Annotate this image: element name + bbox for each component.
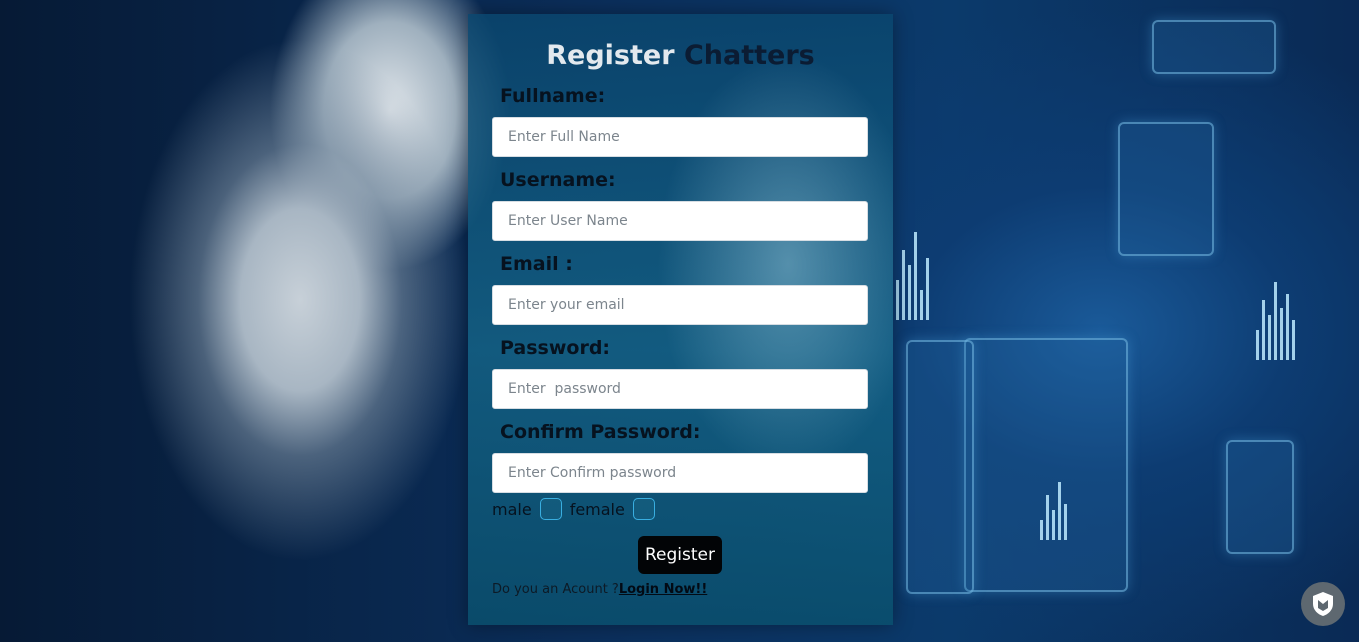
bg-bar-graphic [896,230,929,320]
password-input[interactable] [492,369,868,409]
email-input[interactable] [492,285,868,325]
login-prompt-text: Do you an Acount ? [492,582,619,597]
security-badge[interactable] [1301,582,1345,626]
register-card: Register Chatters Fullname: Username: Em… [468,14,893,625]
bg-hud-panel [1152,20,1276,74]
bg-bar-graphic [1040,480,1067,540]
male-label: male [492,499,532,519]
fullname-input[interactable] [492,117,868,157]
bg-hud-panel [906,340,974,594]
female-label: female [569,499,625,519]
page-title: Register Chatters [468,36,893,76]
confirm-password-input[interactable] [492,453,868,493]
shield-icon [1313,592,1333,616]
gender-selector: male female [492,496,663,522]
login-prompt: Do you an Acount ?Login Now!! [492,582,707,597]
email-label: Email : [500,253,573,275]
confirm-password-label: Confirm Password: [500,421,701,443]
title-register: Register [546,40,675,71]
bg-bar-graphic [1256,280,1295,360]
username-label: Username: [500,169,616,191]
login-now-link[interactable]: Login Now!! [619,582,707,597]
fullname-label: Fullname: [500,85,606,107]
username-input[interactable] [492,201,868,241]
female-checkbox[interactable] [632,498,655,520]
male-checkbox[interactable] [539,498,562,520]
bg-hud-panel [964,338,1128,592]
bg-hud-panel [1118,122,1214,256]
password-label: Password: [500,337,611,359]
register-button[interactable]: Register [638,536,722,574]
title-chatters: Chatters [683,40,815,71]
bg-hud-panel [1226,440,1294,554]
